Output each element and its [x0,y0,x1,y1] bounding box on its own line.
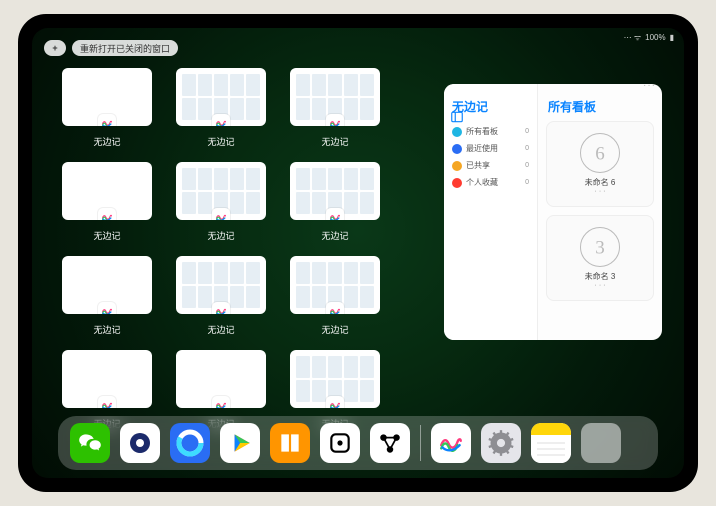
board-meta: · · · [595,188,606,195]
window-thumbnail[interactable]: 无边记 [62,68,152,148]
dock-app-books[interactable] [270,423,310,463]
nav-count: 0 [525,145,529,152]
nav-dot-icon [452,178,462,188]
thumbnail-label: 无边记 [93,135,120,148]
window-thumbnail[interactable]: 无边记 [176,68,266,148]
nav-dot-icon [452,161,462,171]
dock-app-dice[interactable] [320,423,360,463]
sidebar-panel[interactable]: ··· 无边记 所有看板 0 最近使用 0 已共享 0 个人收藏 0 所有看板 … [444,84,662,340]
top-left-controls: + 重新打开已关闭的窗口 [44,40,178,56]
nav-item[interactable]: 最近使用 0 [450,140,531,157]
battery-status: 100% [645,33,665,42]
window-thumbnail[interactable]: 无边记 [176,256,266,336]
app-badge-icon [212,396,230,408]
window-thumbnail[interactable]: 无边记 [290,256,380,336]
dock-app-notes[interactable] [531,423,571,463]
thumbnail-canvas [176,162,266,220]
app-badge-icon [212,208,230,220]
thumbnail-canvas [62,162,152,220]
svg-text:3: 3 [595,238,605,259]
dock-app-qqbrowser[interactable] [170,423,210,463]
thumbnail-canvas [290,350,380,408]
thumbnail-canvas [62,256,152,314]
nav-dot-icon [452,144,462,154]
wifi-icon: ⋯ ᯤ [624,32,642,43]
battery-icon: ▮ [670,33,674,42]
nav-dot-icon [452,127,462,137]
nav-label: 已共享 [466,160,490,171]
board-name: 未命名 3 [585,271,616,282]
nav-count: 0 [525,162,529,169]
thumbnail-canvas [176,256,266,314]
window-thumbnail[interactable]: 无边记 [290,162,380,242]
sidebar-toggle-icon[interactable] [450,110,464,124]
thumbnail-label: 无边记 [207,135,234,148]
panel-content: 所有看板 6 未命名 6 · · · 3 未命名 3 · · · [538,84,662,340]
thumbnail-label: 无边记 [93,229,120,242]
board-preview: 3 [580,227,620,267]
app-badge-icon [212,114,230,126]
ipad-frame: ⋯ ᯤ 100% ▮ + 重新打开已关闭的窗口 无边记 无边记 无边记 [18,14,698,492]
app-badge-icon [212,302,230,314]
screen: ⋯ ᯤ 100% ▮ + 重新打开已关闭的窗口 无边记 无边记 无边记 [32,28,684,478]
app-badge-icon [98,302,116,314]
window-thumbnail[interactable]: 无边记 [290,68,380,148]
dock-app-freeform[interactable] [431,423,471,463]
dock-app-wechat[interactable] [70,423,110,463]
dock-app-quark[interactable] [120,423,160,463]
window-thumbnail[interactable]: 无边记 [62,256,152,336]
thumbnail-canvas [176,68,266,126]
board-preview: 6 [580,133,620,173]
app-badge-icon [98,396,116,408]
window-thumbnail[interactable]: 无边记 [176,162,266,242]
app-badge-icon [326,114,344,126]
thumbnail-canvas [290,256,380,314]
thumbnail-label: 无边记 [321,323,348,336]
nav-label: 个人收藏 [466,177,498,188]
reopen-closed-window-button[interactable]: 重新打开已关闭的窗口 [72,40,178,56]
nav-count: 0 [525,179,529,186]
dock-recent-stack[interactable] [581,423,621,463]
panel-ellipsis-button[interactable]: ··· [643,84,656,91]
panel-right-title: 所有看板 [548,98,654,115]
app-badge-icon [326,396,344,408]
thumbnail-label: 无边记 [321,135,348,148]
dock-app-settings[interactable] [481,423,521,463]
dock-divider [420,425,421,461]
thumbnail-canvas [290,68,380,126]
app-badge-icon [326,208,344,220]
board-name: 未命名 6 [585,177,616,188]
app-badge-icon [98,208,116,220]
nav-item[interactable]: 已共享 0 [450,157,531,174]
dock [58,416,658,470]
status-bar: ⋯ ᯤ 100% ▮ [624,32,674,43]
thumbnail-label: 无边记 [207,229,234,242]
nav-label: 最近使用 [466,143,498,154]
nav-item[interactable]: 所有看板 0 [450,123,531,140]
thumbnail-label: 无边记 [321,229,348,242]
thumbnail-canvas [176,350,266,408]
nav-count: 0 [525,128,529,135]
app-badge-icon [98,114,116,126]
thumbnail-label: 无边记 [93,323,120,336]
thumbnail-canvas [62,350,152,408]
board-meta: · · · [595,282,606,289]
nav-label: 所有看板 [466,126,498,137]
board-card[interactable]: 3 未命名 3 · · · [546,215,654,301]
dock-app-play[interactable] [220,423,260,463]
thumbnail-canvas [62,68,152,126]
new-window-button[interactable]: + [44,40,66,56]
app-badge-icon [326,302,344,314]
window-grid: 无边记 无边记 无边记 无边记 无边记 [62,68,422,430]
nav-item[interactable]: 个人收藏 0 [450,174,531,191]
board-card[interactable]: 6 未命名 6 · · · [546,121,654,207]
svg-text:6: 6 [595,144,605,165]
thumbnail-canvas [290,162,380,220]
dock-app-nodes[interactable] [370,423,410,463]
window-thumbnail[interactable]: 无边记 [62,162,152,242]
thumbnail-label: 无边记 [207,323,234,336]
